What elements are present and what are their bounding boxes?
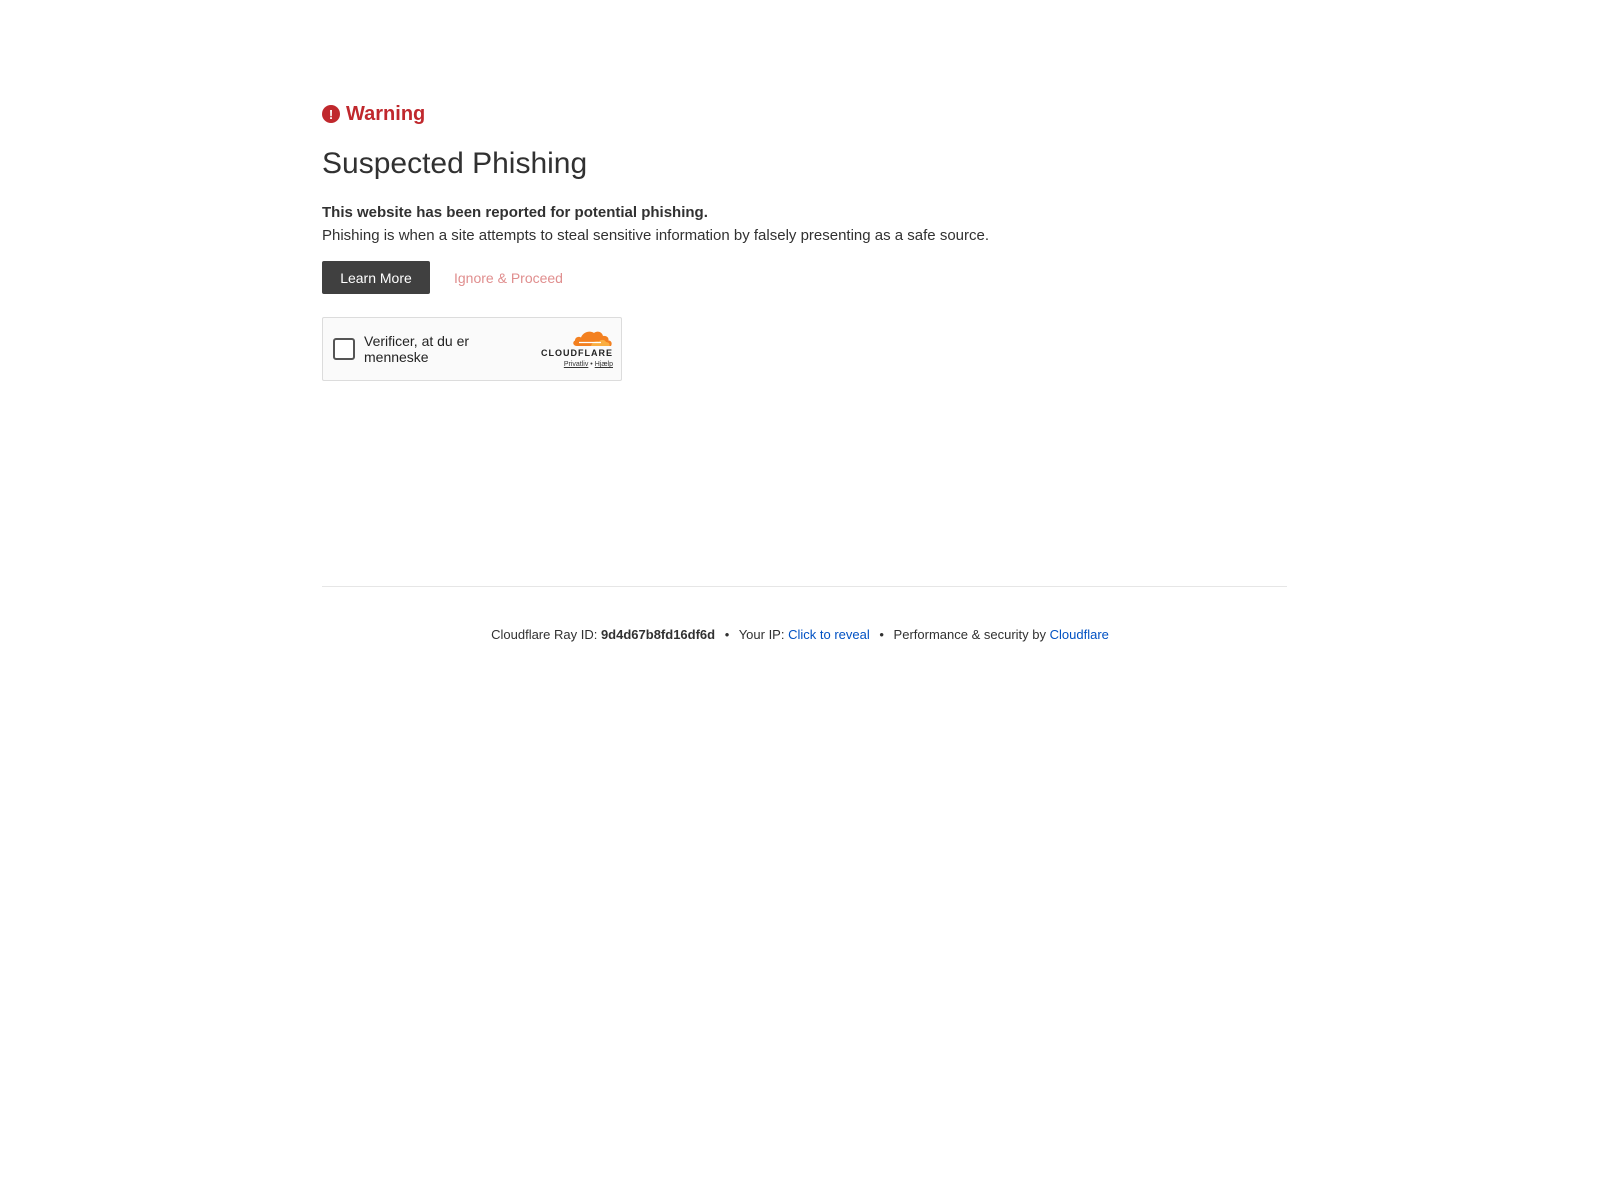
action-row: Learn More Ignore & Proceed — [322, 261, 1287, 294]
footer: Cloudflare Ray ID: 9d4d67b8fd16df6d • Yo… — [0, 627, 1600, 642]
help-link[interactable]: Hjælp — [595, 361, 613, 368]
ip-label: Your IP: — [738, 627, 785, 642]
verify-checkbox[interactable] — [333, 338, 355, 360]
warning-label: Warning — [346, 102, 426, 125]
learn-more-button[interactable]: Learn More — [322, 261, 430, 294]
ray-label: Cloudflare Ray ID: — [491, 627, 598, 642]
page-title: Suspected Phishing — [322, 147, 588, 180]
ignore-proceed-link[interactable]: Ignore & Proceed — [454, 270, 563, 286]
verify-label: Verificer, at du er menneske — [364, 333, 470, 365]
exclamation-circle-icon: ! — [322, 105, 340, 123]
link-separator: • — [590, 361, 593, 368]
cloudflare-link[interactable]: Cloudflare — [1050, 627, 1109, 642]
footer-bullet: • — [724, 627, 730, 642]
reveal-ip-link[interactable]: Click to reveal — [788, 627, 870, 642]
cloudflare-wordmark: CLOUDFLARE — [541, 348, 613, 358]
privacy-link[interactable]: Privatliv — [564, 361, 589, 368]
turnstile-links: Privatliv • Hjælp — [533, 360, 613, 370]
lead-text: This website has been reported for poten… — [322, 204, 708, 221]
warning-header: ! Warning — [322, 100, 1287, 128]
cloudflare-cloud-icon — [573, 331, 612, 346]
footer-divider — [322, 586, 1287, 587]
description-text: Phishing is when a site attempts to stea… — [322, 227, 990, 244]
footer-bullet: • — [879, 627, 884, 642]
cloudflare-brand: CLOUDFLARE Privatliv • Hjælp — [533, 328, 613, 370]
page: ! Warning Suspected Phishing This websit… — [0, 0, 1600, 1200]
performance-label: Performance & security by — [893, 627, 1046, 642]
ray-id: 9d4d67b8fd16df6d — [600, 627, 716, 642]
turnstile-widget: Verificer, at du er menneske CLOUDFLARE … — [322, 317, 622, 381]
main-content: ! Warning Suspected Phishing This websit… — [322, 100, 1287, 381]
